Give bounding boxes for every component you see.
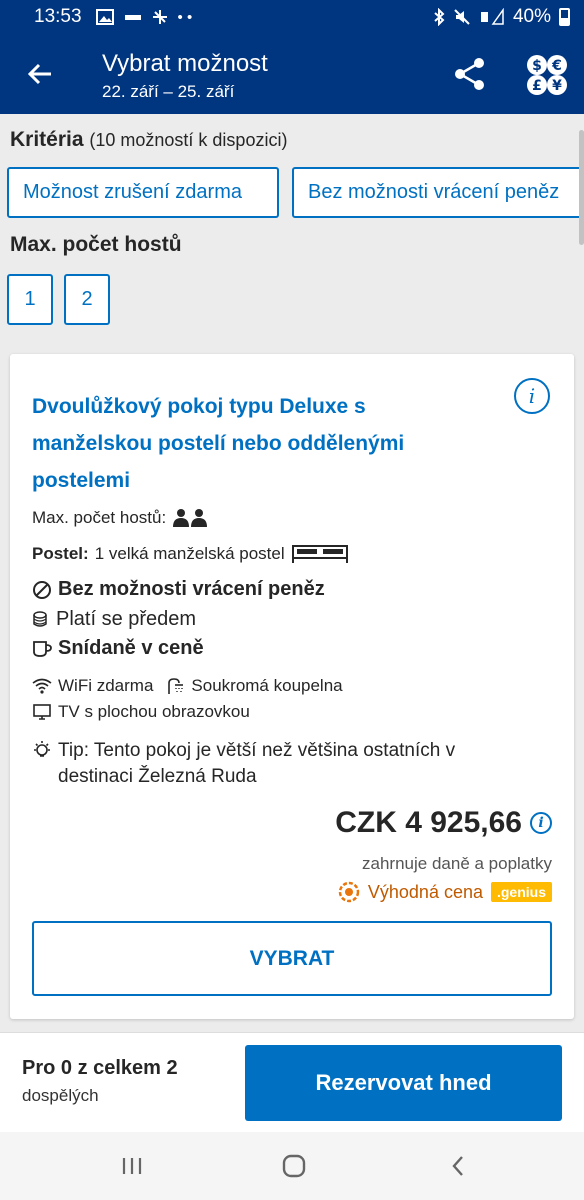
app-bar: Vybrat možnost 22. září – 25. září $ € £… <box>0 34 584 114</box>
lte-signal-icon <box>480 8 504 25</box>
svg-text:$: $ <box>532 58 542 74</box>
bluetooth-icon <box>434 8 445 26</box>
network-icon <box>124 15 141 20</box>
guests-option-1[interactable]: 1 <box>7 274 53 325</box>
scrollbar[interactable] <box>579 130 584 245</box>
status-time: 13:53 <box>34 6 82 27</box>
coffee-cup-icon <box>33 640 52 657</box>
home-icon <box>282 1154 306 1178</box>
guests-option-2[interactable]: 2 <box>64 274 110 325</box>
system-nav-bar <box>0 1132 584 1200</box>
payment-row: Platí se předem <box>32 608 196 631</box>
shower-icon <box>168 678 184 694</box>
currency-button[interactable]: $ € £ ¥ <box>526 54 568 96</box>
criteria-title: Kritéria <box>10 128 84 151</box>
double-bed-icon <box>291 545 348 563</box>
svg-text:£: £ <box>532 78 542 94</box>
policy-text: Bez možnosti vrácení peněz <box>58 578 325 600</box>
breakfast-text: Snídaně v ceně <box>58 637 204 659</box>
coins-icon <box>33 610 47 627</box>
battery-icon <box>559 8 570 26</box>
recents-icon <box>122 1158 142 1174</box>
wifi-icon <box>32 678 52 694</box>
share-icon <box>455 58 484 90</box>
filter-chip-non-refundable[interactable]: Bez možnosti vrácení peněz <box>292 167 584 218</box>
adults-label: dospělých <box>22 1086 99 1105</box>
bed-label: Postel: <box>32 544 89 563</box>
more-notifications-icon: • • <box>177 8 193 26</box>
max-guests-label: Max. počet hostů: <box>32 508 167 527</box>
lightbulb-icon <box>34 741 50 757</box>
reserve-now-button[interactable]: Rezervovat hned <box>245 1045 562 1121</box>
deal-row: Výhodná cena .genius <box>338 881 552 903</box>
tv-icon <box>33 704 51 720</box>
room-tip: Tip: Tento pokoj je větší než většina os… <box>32 738 532 790</box>
genius-badge: .genius <box>490 882 552 902</box>
gallery-icon <box>95 9 114 25</box>
filter-chip-free-cancellation[interactable]: Možnost zrušení zdarma <box>7 167 279 218</box>
info-icon: i <box>528 384 536 408</box>
mute-icon <box>454 9 470 25</box>
fan-icon <box>152 10 167 24</box>
arrow-back-icon <box>27 63 51 85</box>
no-refund-icon <box>33 580 51 599</box>
status-bar: 13:53 • • 40% <box>0 0 584 34</box>
tip-text: Tip: Tento pokoj je větší než většina os… <box>58 740 456 787</box>
selection-count: Pro 0 z celkem 2 <box>22 1057 178 1079</box>
max-guests-row: Max. počet hostů: <box>32 508 208 528</box>
payment-text: Platí se předem <box>56 608 197 630</box>
back-button[interactable] <box>22 56 58 92</box>
criteria-count: (10 možností k dispozici) <box>89 130 288 150</box>
price-value: CZK 4 925,66 <box>335 806 522 839</box>
taxes-note: zahrnuje daně a poplatky <box>362 854 552 873</box>
booking-bar: Pro 0 z celkem 2 dospělých Rezervovat hn… <box>0 1032 584 1132</box>
amenity-wifi: WiFi zdarma <box>58 676 154 695</box>
room-info-button[interactable]: i <box>514 378 550 414</box>
currency-icon: $ € £ ¥ <box>527 55 567 95</box>
price-row: CZK 4 925,66 i <box>335 806 552 840</box>
two-persons-icon <box>173 509 208 527</box>
share-button[interactable] <box>450 54 490 94</box>
max-guests-heading: Max. počet hostů <box>10 233 182 256</box>
amenities-row-2: TV s plochou obrazovkou <box>32 702 250 722</box>
svg-text:¥: ¥ <box>552 78 562 94</box>
bed-row: Postel: 1 velká manželská postel <box>32 544 349 564</box>
home-button[interactable] <box>274 1148 314 1184</box>
room-card: Dvoulůžkový pokoj typu Deluxe s manželsk… <box>10 354 574 1019</box>
room-name[interactable]: Dvoulůžkový pokoj typu Deluxe s manželsk… <box>32 388 472 499</box>
breakfast-row: Snídaně v ceně <box>32 637 204 660</box>
deal-badge-icon <box>338 881 360 903</box>
chevron-left-icon <box>452 1156 463 1176</box>
criteria-heading: Kritéria (10 možností k dispozici) <box>10 128 287 152</box>
page-title: Vybrat možnost <box>102 50 268 77</box>
amenities-row-1: WiFi zdarma Soukromá koupelna <box>32 676 343 696</box>
select-room-button[interactable]: VYBRAT <box>32 921 552 996</box>
svg-text:€: € <box>551 58 562 74</box>
deal-label: Výhodná cena <box>367 881 483 902</box>
date-range: 22. září – 25. září <box>102 82 235 101</box>
battery-percent: 40% <box>512 6 551 27</box>
amenity-bathroom: Soukromá koupelna <box>191 676 343 695</box>
recents-button[interactable] <box>112 1148 152 1184</box>
bed-value: 1 velká manželská postel <box>94 544 285 563</box>
system-back-button[interactable] <box>438 1148 478 1184</box>
price-info-icon[interactable]: i <box>530 812 552 834</box>
policy-row: Bez možnosti vrácení peněz <box>32 578 325 601</box>
amenity-tv: TV s plochou obrazovkou <box>58 702 250 721</box>
